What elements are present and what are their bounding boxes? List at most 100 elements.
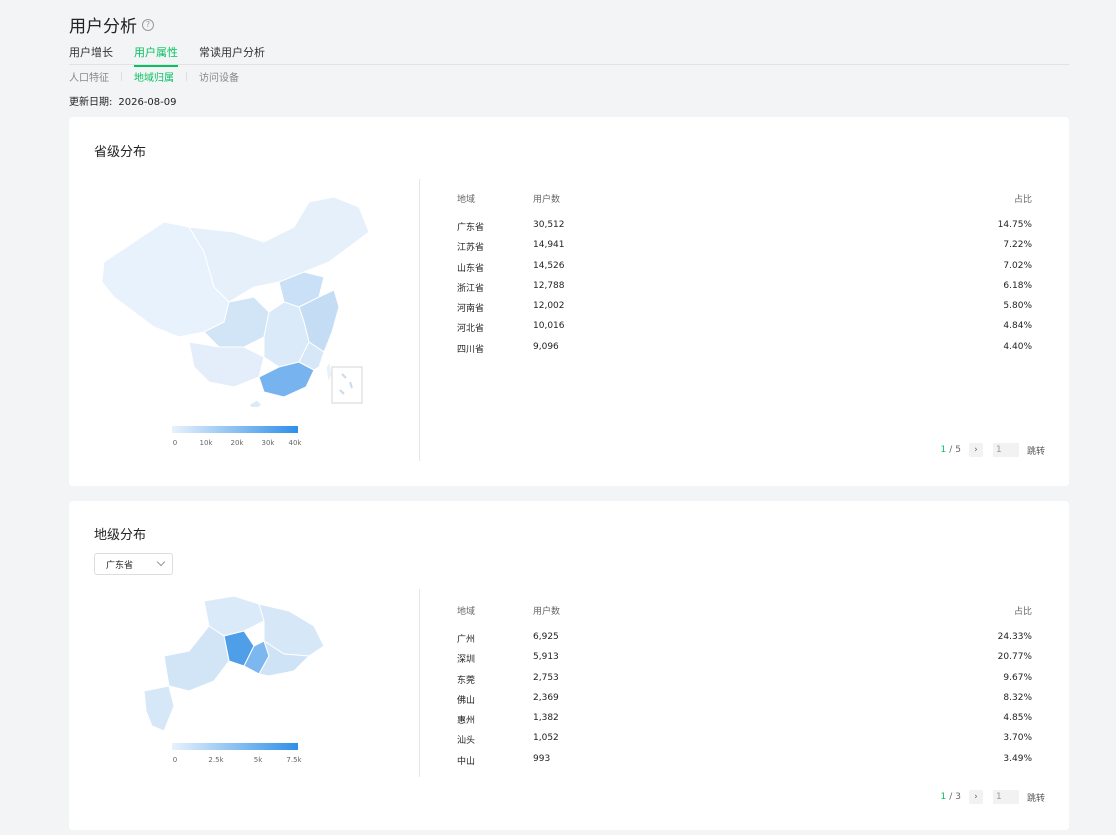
header-users: 用户数 — [533, 195, 561, 205]
cell-region: 惠州 — [457, 716, 476, 727]
subtab-divider — [121, 72, 122, 81]
table-row: 汕头 1,052 3.70% — [457, 733, 1032, 753]
page-jump-input[interactable]: 1 — [992, 790, 1019, 804]
page-title: 用户分析 ? — [69, 12, 154, 37]
pager-total: 3 — [955, 792, 961, 802]
table-header: 地域 用户数 占比 — [457, 192, 1032, 206]
china-province-map[interactable] — [94, 192, 374, 407]
table-row: 中山 993 3.49% — [457, 754, 1032, 774]
province-select-value: 广东省 — [106, 560, 134, 571]
south-sea-islands — [339, 373, 353, 395]
city-map-legend: 0 2.5k 5k 7.5k — [172, 743, 302, 767]
header-region: 地域 — [457, 195, 476, 205]
province-distribution-card: 省级分布 0 10k 20k 30k 40k 地域 用户数 占比 广东省 30,… — [69, 117, 1069, 486]
pager-current: 1 — [940, 792, 947, 802]
province-table: 地域 用户数 占比 广东省 30,512 14.75% 江苏省 14,941 7.22%… — [457, 192, 1032, 362]
legend-tick: 10k — [199, 439, 213, 447]
legend-tick: 40k — [288, 439, 302, 447]
cell-region: 东莞 — [457, 675, 476, 686]
subtab-devices[interactable]: 访问设备 — [199, 69, 239, 84]
chevron-down-icon — [156, 557, 166, 567]
cell-ratio: 4.40% — [1003, 341, 1032, 352]
table-row: 江苏省 14,941 7.22% — [457, 240, 1032, 260]
cell-ratio: 14.75% — [997, 220, 1032, 230]
cell-users: 5,913 — [533, 652, 559, 663]
table-row: 东莞 2,753 9.67% — [457, 673, 1032, 693]
cell-users: 1,052 — [533, 733, 559, 744]
cell-ratio: 7.02% — [1003, 260, 1032, 271]
cell-ratio: 7.22% — [1003, 240, 1032, 251]
table-row: 四川省 9,096 4.40% — [457, 342, 1032, 362]
table-row: 山东省 14,526 7.02% — [457, 261, 1032, 281]
tab-user-growth[interactable]: 用户增长 — [69, 44, 113, 65]
cell-ratio: 4.85% — [1003, 713, 1032, 724]
page-jump-button[interactable]: 跳转 — [1027, 444, 1045, 457]
province-card-title: 省级分布 — [94, 145, 147, 160]
tab-user-attributes[interactable]: 用户属性 — [134, 44, 178, 67]
cell-ratio: 3.70% — [1003, 733, 1032, 744]
page-jump-button[interactable]: 跳转 — [1027, 791, 1045, 804]
cell-users: 993 — [533, 753, 551, 764]
cell-region: 广东省 — [457, 223, 485, 233]
chevron-right-icon[interactable]: › — [968, 790, 983, 804]
cell-region: 深圳 — [457, 655, 476, 666]
pager-separator: / — [949, 792, 953, 802]
table-row: 惠州 1,382 4.85% — [457, 713, 1032, 733]
table-row: 广东省 30,512 14.75% — [457, 220, 1032, 240]
cell-ratio: 8.32% — [1003, 692, 1032, 703]
province-select[interactable]: 广东省 — [94, 553, 173, 575]
legend-gradient-bar — [172, 743, 298, 750]
pager-separator: / — [949, 445, 953, 455]
city-pager: 1 / 3 › 1 跳转 — [940, 790, 1045, 804]
subtab-demographics[interactable]: 人口特征 — [69, 69, 109, 84]
cell-region: 江苏省 — [457, 243, 485, 254]
subtab-divider — [186, 72, 187, 81]
map-region-north — [188, 196, 370, 303]
cell-region: 广州 — [457, 635, 476, 645]
cell-users: 10,016 — [533, 321, 565, 332]
cell-ratio: 3.49% — [1003, 753, 1032, 764]
table-row: 浙江省 12,788 6.18% — [457, 281, 1032, 301]
map-region-hainan — [248, 399, 263, 407]
legend-gradient-bar — [172, 426, 298, 433]
cell-users: 1,382 — [533, 713, 559, 724]
subtab-region[interactable]: 地域归属 — [134, 69, 174, 84]
province-map-legend: 0 10k 20k 30k 40k — [172, 426, 301, 450]
main-tabs: 用户增长 用户属性 常读用户分析 — [69, 44, 1069, 67]
legend-tick: 2.5k — [208, 756, 224, 764]
cell-users: 14,526 — [533, 260, 565, 271]
table-row: 河南省 12,002 5.80% — [457, 301, 1032, 321]
update-date: 更新日期: 2026-08-09 — [69, 93, 177, 108]
map-region-west-gd — [163, 625, 230, 692]
chevron-right-icon[interactable]: › — [968, 443, 983, 457]
page-title-text: 用户分析 — [69, 17, 137, 37]
cell-users: 2,369 — [533, 692, 559, 703]
sub-tabs: 人口特征 地域归属 访问设备 — [69, 69, 239, 84]
cell-region: 山东省 — [457, 263, 485, 274]
cell-region: 河南省 — [457, 304, 485, 315]
guangdong-city-map[interactable] — [144, 596, 329, 736]
cell-users: 14,941 — [533, 240, 565, 251]
card-vertical-divider — [419, 589, 420, 777]
map-region-taiwan — [325, 360, 333, 384]
legend-tick: 20k — [230, 439, 244, 447]
cell-ratio: 20.77% — [997, 652, 1032, 663]
city-table: 地域 用户数 占比 广州 6,925 24.33% 深圳 5,913 20.77% 东莞… — [457, 604, 1032, 774]
tab-frequent-readers[interactable]: 常读用户分析 — [199, 44, 265, 65]
cell-ratio: 4.84% — [1003, 321, 1032, 332]
header-ratio: 占比 — [1013, 607, 1032, 617]
map-region-southwest — [188, 341, 265, 388]
cell-region: 中山 — [457, 756, 476, 767]
question-circle-icon[interactable]: ? — [142, 18, 154, 31]
cell-users: 9,096 — [533, 341, 559, 352]
table-header: 地域 用户数 占比 — [457, 604, 1032, 618]
cell-ratio: 9.67% — [1003, 672, 1032, 683]
map-region-guangdong — [258, 361, 315, 398]
pager-current: 1 — [940, 445, 947, 455]
cell-region: 河北省 — [457, 324, 485, 335]
cell-region: 佛山 — [457, 695, 476, 706]
cell-ratio: 24.33% — [997, 632, 1032, 642]
page-jump-input[interactable]: 1 — [992, 443, 1019, 457]
cell-users: 12,002 — [533, 301, 565, 312]
cell-region: 汕头 — [457, 736, 476, 747]
